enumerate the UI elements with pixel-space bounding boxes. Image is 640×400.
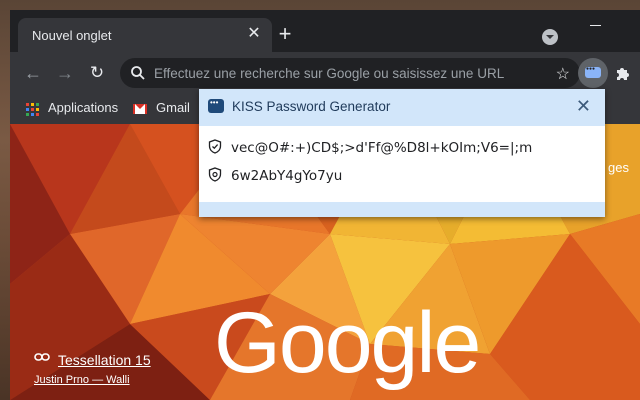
credit-author[interactable]: Justin Prno — Walli — [34, 374, 130, 386]
password-row[interactable]: vec@O#:+)CD$;>d'Ff@%D8l+kOIm;V6=|;m — [199, 133, 605, 161]
password-generator-icon — [585, 66, 601, 78]
plus-icon[interactable]: + — [274, 23, 296, 46]
password-generator-icon — [208, 98, 224, 113]
bookmark-gmail[interactable]: Gmail — [156, 100, 190, 115]
password-alphanumeric[interactable]: 6w2AbY4gYo7yu — [231, 168, 342, 184]
tab-strip: Nouvel onglet ✕ + — [10, 10, 640, 52]
link-icon — [34, 353, 50, 361]
omnibox[interactable]: Effectuez une recherche sur Google ou sa… — [120, 58, 580, 88]
gmail-icon — [133, 104, 147, 114]
shield-check-icon — [208, 139, 222, 154]
star-icon[interactable]: ☆ — [556, 64, 570, 84]
credit-title[interactable]: Tessellation 15 — [58, 352, 151, 368]
arrow-right-icon[interactable]: → — [54, 62, 76, 84]
close-icon[interactable]: ✕ — [244, 24, 264, 44]
password-row[interactable]: 6w2AbY4gYo7yu — [199, 161, 605, 189]
minimize-icon[interactable] — [590, 18, 604, 32]
kiss-extension-button[interactable] — [578, 58, 608, 88]
tab-search-icon[interactable] — [542, 29, 558, 45]
ntp-shortcut-label[interactable]: ges — [608, 160, 629, 175]
apps-grid-icon — [26, 103, 39, 116]
tab-new-tab[interactable]: Nouvel onglet ✕ — [18, 18, 272, 52]
popup-header: KISS Password Generator ✕ — [199, 89, 605, 126]
bookmark-applications[interactable]: Applications — [48, 100, 118, 115]
search-icon — [131, 66, 145, 80]
reload-icon[interactable]: ↻ — [86, 62, 108, 84]
toolbar: ← → ↻ Effectuez une recherche sur Google… — [10, 52, 640, 94]
omnibox-placeholder: Effectuez une recherche sur Google ou sa… — [154, 66, 505, 81]
arrow-left-icon[interactable]: ← — [22, 62, 44, 84]
google-logo: Google — [214, 295, 481, 391]
popup-footer — [199, 202, 605, 217]
password-strong[interactable]: vec@O#:+)CD$;>d'Ff@%D8l+kOIm;V6=|;m — [231, 140, 532, 156]
close-icon[interactable]: ✕ — [576, 96, 591, 116]
kiss-password-popup: KISS Password Generator ✕ vec@O#:+)CD$;>… — [199, 89, 605, 217]
popup-title: KISS Password Generator — [232, 99, 391, 114]
tab-title: Nouvel onglet — [32, 28, 112, 43]
puzzle-icon[interactable] — [614, 64, 632, 82]
shield-alphanumeric-icon — [208, 167, 222, 182]
